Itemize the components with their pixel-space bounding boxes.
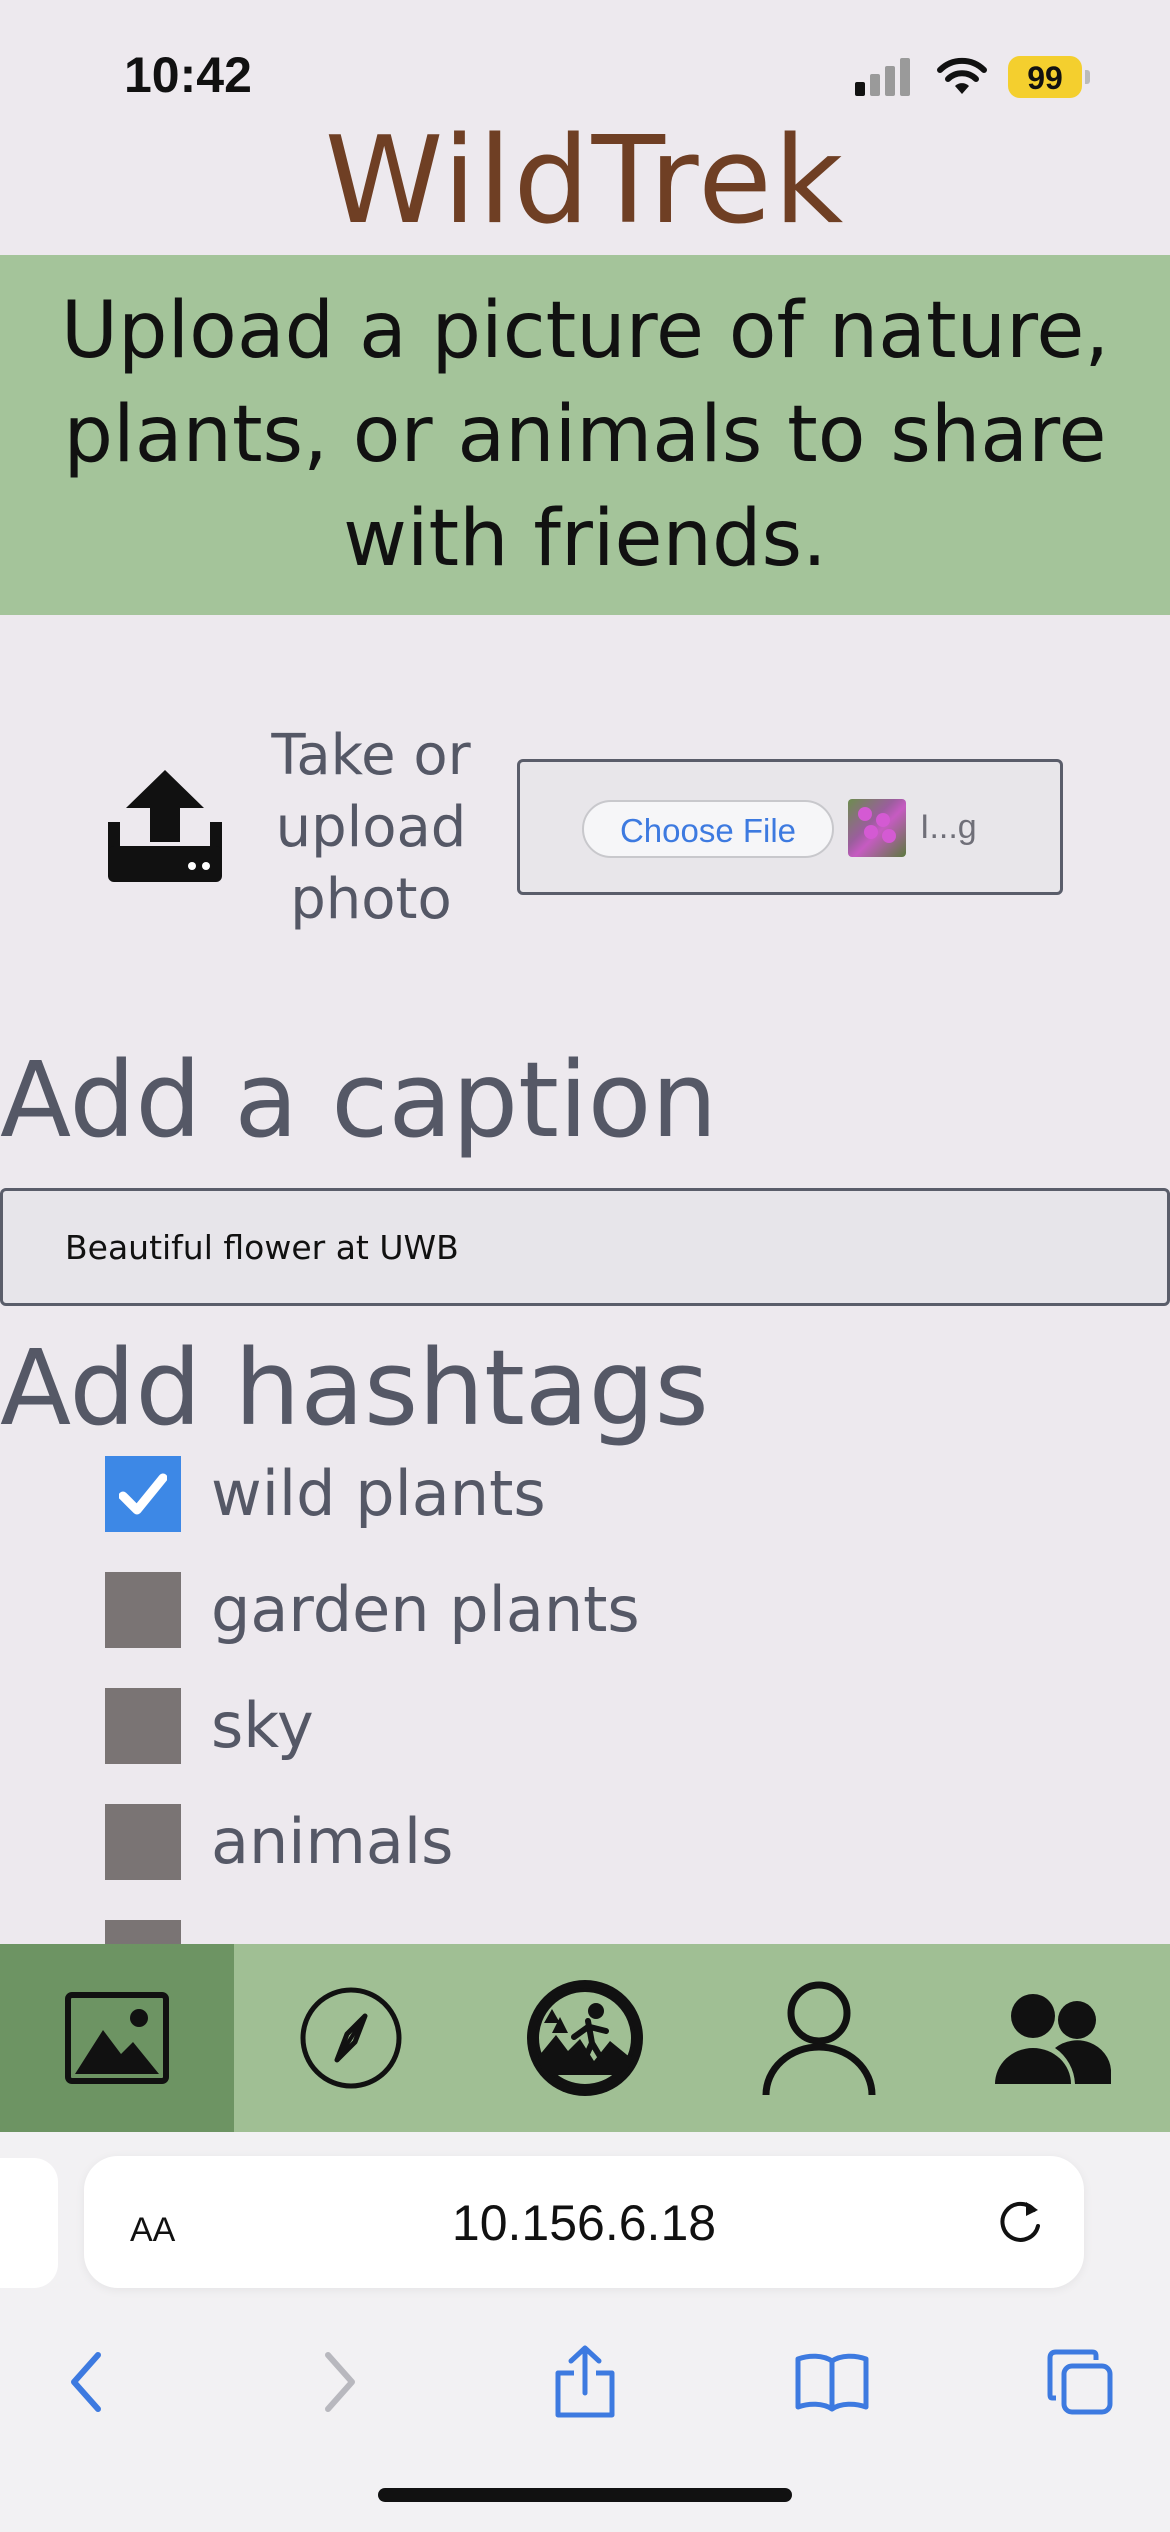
back-icon — [71, 2352, 101, 2412]
hashtag-option-wild-plants[interactable]: wild plants — [105, 1456, 1005, 1532]
upload-label: Take or upload photo — [271, 723, 471, 932]
nav-explore[interactable] — [234, 1944, 468, 2132]
bookmarks-button[interactable] — [782, 2332, 882, 2432]
file-input[interactable]: Choose File I...g — [517, 759, 1063, 895]
hashtag-label: garden plants — [211, 1573, 640, 1646]
intro-banner: Upload a picture of nature, plants, or a… — [0, 255, 1170, 615]
compass-icon — [300, 1987, 402, 2089]
file-thumbnail — [848, 799, 906, 857]
hashtag-checkbox[interactable] — [105, 1456, 181, 1532]
hashtag-checkbox[interactable] — [105, 1572, 181, 1648]
share-icon — [555, 2345, 615, 2418]
hashtag-label: animals — [211, 1805, 454, 1878]
back-button[interactable] — [36, 2332, 136, 2432]
checkmark-icon — [119, 1473, 167, 1515]
caption-heading: Add a caption — [0, 1039, 718, 1161]
person-icon — [762, 1981, 876, 2096]
file-name: I...g — [920, 808, 977, 846]
browser-chrome: AA 10.156.6.18 — [0, 2132, 1170, 2532]
hashtag-label: sky — [211, 1689, 314, 1762]
upload-icon — [108, 770, 222, 882]
choose-file-button[interactable]: Choose File — [582, 800, 834, 858]
caption-input[interactable] — [0, 1188, 1170, 1306]
hiker-logo-icon — [527, 1980, 643, 2096]
browser-toolbar — [0, 2332, 1170, 2462]
hashtag-option-partial[interactable] — [105, 1920, 1005, 1944]
nav-friends[interactable] — [936, 1944, 1170, 2132]
image-icon — [65, 1992, 169, 2084]
hashtag-option-sky[interactable]: sky — [105, 1688, 1005, 1764]
nav-upload[interactable] — [0, 1944, 234, 2132]
people-icon — [995, 1994, 1111, 2084]
hashtags-heading: Add hashtags — [0, 1327, 709, 1449]
status-time: 10:42 — [124, 47, 252, 103]
hashtag-label: wild plants — [211, 1457, 546, 1530]
hashtag-option-garden-plants[interactable]: garden plants — [105, 1572, 1005, 1648]
bottom-nav — [0, 1944, 1170, 2132]
reload-icon[interactable] — [994, 2196, 1046, 2248]
hashtag-checkbox[interactable] — [105, 1688, 181, 1764]
signal-icon — [855, 56, 915, 96]
nav-home[interactable] — [468, 1944, 702, 2132]
hashtag-checkbox[interactable] — [105, 1920, 181, 1944]
app-title: WildTrek — [324, 112, 846, 251]
hashtag-checkbox[interactable] — [105, 1804, 181, 1880]
tabs-icon — [1047, 2349, 1113, 2415]
url-text[interactable]: 10.156.6.18 — [84, 2194, 1084, 2252]
address-bar[interactable]: AA 10.156.6.18 — [84, 2156, 1084, 2288]
nav-profile[interactable] — [702, 1944, 936, 2132]
wifi-icon — [937, 57, 987, 94]
battery-level: 99 — [1027, 60, 1063, 96]
previous-tab[interactable] — [0, 2158, 58, 2288]
hashtag-option-animals[interactable]: animals — [105, 1804, 1005, 1880]
intro-text: Upload a picture of nature, plants, or a… — [60, 286, 1110, 584]
bookmarks-icon — [795, 2353, 869, 2412]
home-indicator[interactable] — [378, 2488, 792, 2502]
tabs-button[interactable] — [1030, 2332, 1130, 2432]
forward-button[interactable] — [290, 2332, 390, 2432]
status-bar: 10:42 99 — [0, 0, 1170, 130]
share-button[interactable] — [535, 2332, 635, 2432]
battery-icon: 99 — [1008, 56, 1090, 98]
forward-icon — [325, 2352, 355, 2412]
